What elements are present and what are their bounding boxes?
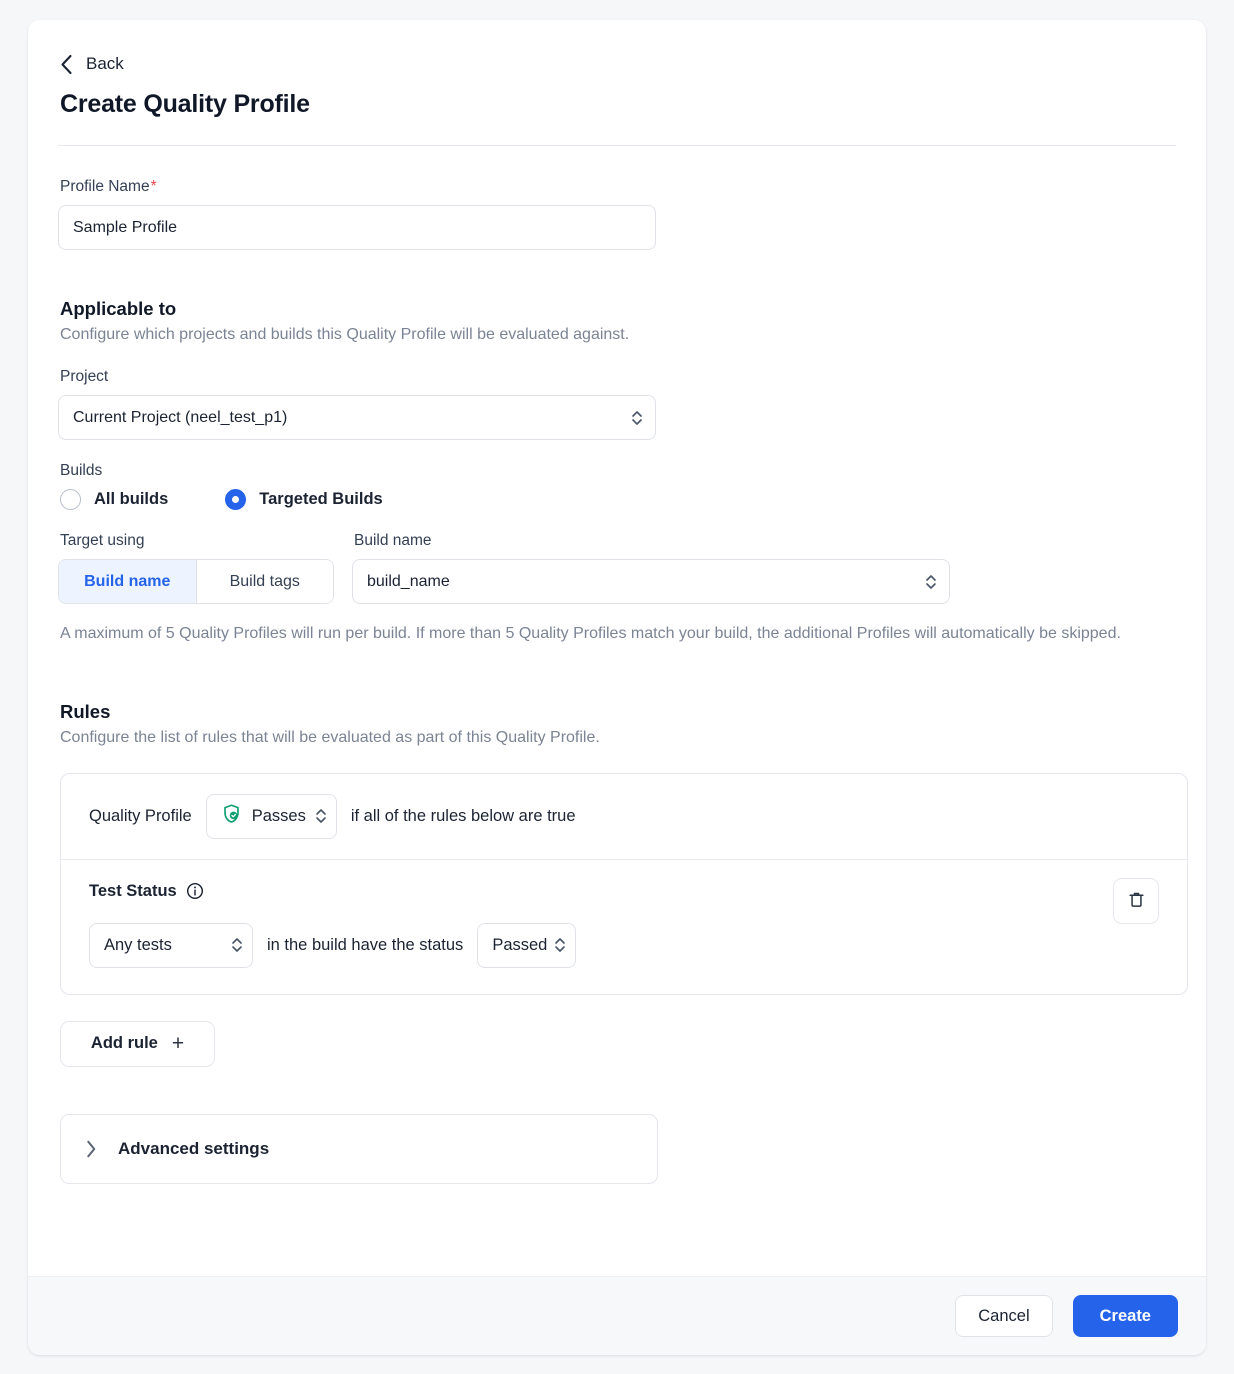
build-name-select-value: build_name: [367, 572, 450, 590]
rule-row: Test Status Any tests in the build have …: [61, 860, 1187, 994]
radio-targeted-builds-label: Targeted Builds: [259, 490, 383, 508]
target-configuration: Target using Build name Build tags Build…: [58, 532, 1176, 604]
required-asterisk: *: [150, 178, 157, 195]
segment-build-tags[interactable]: Build tags: [195, 560, 333, 603]
chevron-left-icon: [58, 53, 74, 75]
rules-outcome-suffix: if all of the rules below are true: [350, 806, 576, 825]
rule-expression: Any tests in the build have the status P…: [89, 922, 1159, 968]
create-quality-profile-card: Back Create Quality Profile Profile Name…: [28, 20, 1206, 1355]
rules-outcome-select[interactable]: Passes: [205, 793, 337, 839]
applicable-to-subtitle: Configure which projects and builds this…: [60, 326, 630, 343]
rule-scope-select[interactable]: Any tests: [89, 922, 253, 968]
advanced-settings-toggle[interactable]: Advanced settings: [60, 1113, 658, 1184]
back-label: Back: [86, 54, 124, 73]
back-button[interactable]: Back: [58, 52, 124, 76]
delete-rule-button[interactable]: [1113, 877, 1159, 924]
rules-subtitle: Configure the list of rules that will be…: [60, 728, 600, 746]
info-circle-icon[interactable]: [186, 882, 204, 900]
rule-title: Test Status: [89, 881, 177, 900]
rule-title-row: Test Status: [89, 882, 1159, 901]
build-name-group: Build name build_name: [352, 532, 950, 604]
header-divider: [58, 145, 1176, 146]
chevron-up-down-icon: [554, 935, 566, 955]
add-rule-button[interactable]: Add rule +: [60, 1020, 215, 1067]
shield-check-icon: [221, 803, 242, 829]
rule-status-value: Passed: [492, 935, 548, 954]
target-using-group: Target using Build name Build tags: [58, 532, 334, 604]
rule-status-select[interactable]: Passed: [477, 922, 577, 968]
card-body: Back Create Quality Profile Profile Name…: [28, 20, 1206, 1276]
radio-all-builds-indicator: [60, 489, 81, 510]
segment-build-name[interactable]: Build name: [59, 560, 196, 603]
plus-icon: +: [171, 1032, 185, 1056]
profile-limit-note: A maximum of 5 Quality Profiles will run…: [60, 625, 1121, 642]
build-name-label: Build name: [354, 532, 432, 549]
build-name-select[interactable]: build_name: [352, 559, 950, 604]
rules-outcome-value: Passes: [251, 806, 306, 825]
radio-all-builds-label: All builds: [94, 490, 169, 508]
target-using-label: Target using: [60, 532, 145, 549]
chevron-up-down-icon: [631, 408, 643, 428]
radio-targeted-builds[interactable]: Targeted Builds: [225, 489, 383, 510]
profile-name-input[interactable]: [58, 205, 656, 250]
radio-targeted-builds-indicator: [225, 489, 247, 510]
builds-radio-group: All builds Targeted Builds: [60, 489, 1176, 510]
app-root: Back Create Quality Profile Profile Name…: [0, 0, 1234, 1374]
project-select-value: Current Project (neel_test_p1): [73, 408, 288, 426]
rules-title: Rules: [60, 700, 111, 722]
target-using-segmented-control: Build name Build tags: [58, 559, 334, 604]
profile-name-label: Profile Name*: [60, 178, 1176, 196]
builds-label: Builds: [60, 462, 103, 479]
trash-icon: [1127, 890, 1146, 912]
rules-outcome-row: Quality Profile Passes if all of the rul…: [61, 774, 1187, 860]
create-button[interactable]: Create: [1072, 1295, 1178, 1337]
card-footer: Cancel Create: [28, 1276, 1206, 1355]
page-title: Create Quality Profile: [60, 90, 310, 118]
applicable-to-title: Applicable to: [60, 298, 177, 319]
rules-container: Quality Profile Passes if all of the rul…: [60, 772, 1188, 995]
rule-scope-value: Any tests: [104, 935, 172, 954]
radio-all-builds[interactable]: All builds: [60, 489, 168, 510]
rule-middle-text: in the build have the status: [267, 935, 464, 954]
profile-name-label-text: Profile Name: [60, 178, 150, 195]
add-rule-label: Add rule: [90, 1034, 158, 1053]
advanced-settings-label: Advanced settings: [118, 1138, 270, 1158]
chevron-up-down-icon: [315, 806, 327, 826]
project-label: Project: [60, 368, 109, 385]
chevron-up-down-icon: [925, 572, 937, 592]
chevron-up-down-icon: [231, 935, 243, 955]
rules-outcome-prefix: Quality Profile: [89, 806, 192, 825]
cancel-button[interactable]: Cancel: [955, 1295, 1053, 1337]
project-select[interactable]: Current Project (neel_test_p1): [58, 395, 656, 440]
chevron-right-icon: [85, 1139, 98, 1159]
